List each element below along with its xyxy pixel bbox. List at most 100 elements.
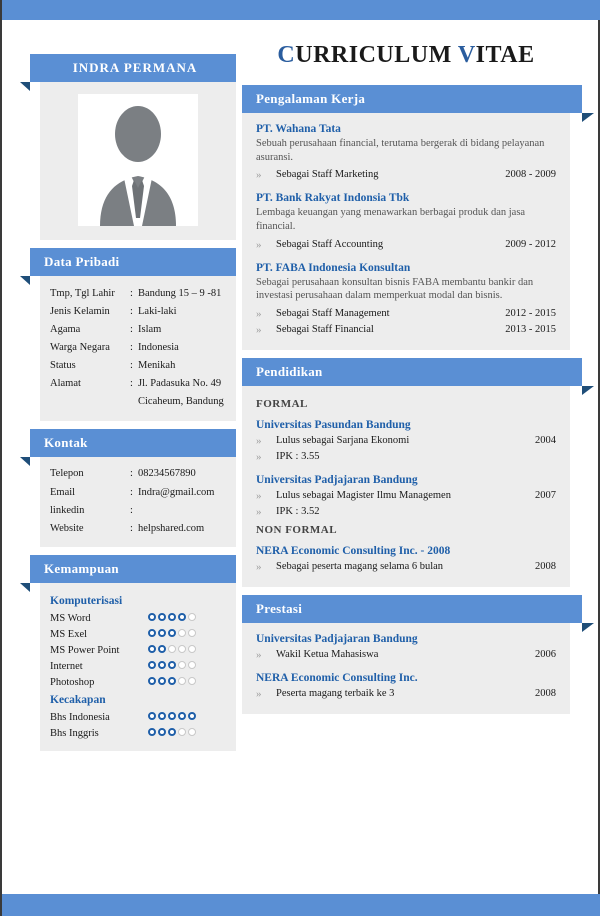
contact-table: Telepon:08234567890 Email: Indra@gmail.com… — [50, 465, 226, 538]
detail-separator: : — [130, 468, 133, 480]
skill-row: Bhs Indonesia — [50, 709, 226, 725]
entry-item-table: » Wakil Ketua Mahasiswa 2006 — [256, 647, 556, 663]
page-body: INDRA PERMANA Data Pribadi Tmp, Tgl Lahi… — [2, 20, 600, 894]
skill-table: MS Word MS Exel MS Power Point Internet Phot… — [50, 610, 226, 690]
rating-dot-filled — [148, 628, 156, 637]
detail-separator — [130, 393, 138, 411]
detail-row: Tmp, Tgl Lahir: Bandung 15 – 9 -81 — [50, 284, 226, 302]
entry-item-table: » Lulus sebagai Magister Ilmu Managemen 20… — [256, 488, 556, 520]
skill-name: Internet — [50, 660, 83, 672]
rating-dot-empty — [178, 660, 186, 669]
entry-organization: NERA Economic Consulting Inc. - 2008 — [256, 544, 451, 557]
ribbon-fold — [20, 583, 30, 593]
education-heading-label: Pendidikan — [256, 363, 323, 379]
skill-rating — [148, 642, 226, 658]
entry-item-year: 2004 — [535, 434, 556, 446]
skill-row: Internet — [50, 658, 226, 674]
skill-group-label: Komputerisasi — [50, 595, 123, 608]
skill-rating — [148, 709, 226, 725]
ribbon-fold — [20, 276, 30, 285]
entry-description: Sebagai perusahaan konsultan bisnis FABA… — [256, 276, 534, 302]
title-v: V — [457, 42, 476, 68]
entry-item-row: » Lulus sebagai Sarjana Ekonomi 2004 — [256, 433, 556, 449]
title-urriculum: URRICULUM — [295, 42, 458, 68]
entry-organization: Universitas Padjajaran Bandung — [256, 473, 418, 486]
skills-panel: Komputerisasi MS Word MS Exel MS Power Poin… — [40, 583, 236, 752]
rating-dot-filled — [158, 676, 166, 685]
personal-data-heading-label: Data Pribadi — [44, 254, 120, 269]
detail-key: Agama — [50, 323, 81, 335]
rating-dot-filled — [168, 612, 176, 621]
rating-dot-filled — [168, 676, 176, 685]
rating-dot-filled — [158, 711, 166, 720]
rating-dot-filled — [188, 711, 196, 720]
entry-item-row: » Sebagai Staff Marketing 2008 - 2009 — [256, 167, 556, 183]
entry-item-text: Sebagai Staff Marketing — [276, 169, 379, 181]
rating-dot-filled — [148, 727, 156, 736]
entry-item-year: 2007 — [535, 489, 556, 501]
entry-item-text: Peserta magang terbaik ke 3 — [276, 687, 395, 699]
detail-row: Alamat: Jl. Padasuka No. 49 — [50, 375, 226, 393]
bottom-accent-bar — [2, 894, 600, 916]
chevron-bullet-icon: » — [256, 238, 262, 251]
detail-key: Status — [50, 360, 76, 371]
skills-heading: Kemampuan — [20, 555, 236, 593]
rating-dot-filled — [158, 660, 166, 669]
skill-table: Bhs Indonesia Bhs Inggris — [50, 709, 226, 741]
rating-dot-filled — [158, 727, 166, 736]
entry-item-text: Sebagai peserta magang selama 6 bulan — [276, 560, 444, 572]
achievements-heading-label: Prestasi — [256, 600, 303, 616]
rating-dot-empty — [188, 660, 196, 669]
entry-item-row: » Peserta magang terbaik ke 3 2008 — [256, 686, 556, 702]
rating-dot-filled — [178, 711, 186, 720]
entry-item-table: » Peserta magang terbaik ke 3 2008 — [256, 686, 556, 702]
chevron-bullet-icon: » — [256, 489, 262, 502]
detail-value: Cicaheum, Bandung — [138, 396, 224, 408]
entry-item-year: 2013 - 2015 — [505, 323, 556, 335]
entry-item-row: » Sebagai peserta magang selama 6 bulan 20… — [256, 559, 556, 575]
skill-row: Bhs Inggris — [50, 725, 226, 741]
chevron-bullet-icon: » — [256, 505, 262, 518]
detail-value — [138, 501, 226, 519]
rating-dot-empty — [188, 644, 196, 653]
detail-row: Cicaheum, Bandung — [50, 393, 226, 411]
entry-item-text: Sebagai Staff Financial — [276, 323, 374, 335]
skill-row: MS Word — [50, 610, 226, 626]
title-itae: ITAE — [475, 42, 535, 68]
education-formal-label: FORMAL — [256, 397, 308, 410]
rating-dot-filled — [148, 660, 156, 669]
entry-description: Sebuah perusahaan financial, terutama be… — [256, 138, 545, 163]
entry-organization: PT. Wahana Tata — [256, 123, 341, 135]
achievements-panel: Universitas Padjajaran Bandung » Wakil Ket… — [242, 622, 570, 714]
section-achievements: Prestasi Universitas Padjajaran Bandung »… — [242, 594, 594, 714]
skill-name: Photoshop — [50, 676, 95, 688]
entry-item-row: » Lulus sebagai Magister Ilmu Managemen 20… — [256, 488, 556, 504]
detail-value: Laki-laki — [138, 305, 177, 317]
personal-data-table: Tmp, Tgl Lahir: Bandung 15 – 9 -81 Jenis K… — [50, 284, 226, 411]
personal-data-panel: Tmp, Tgl Lahir: Bandung 15 – 9 -81 Jenis K… — [40, 276, 236, 421]
rating-dot-empty — [178, 644, 186, 653]
rating-dot-empty — [178, 727, 186, 736]
entry-item-row: » Sebagai Staff Financial 2013 - 2015 — [256, 322, 556, 338]
section-contact: Kontak Telepon:08234567890 Email: Indra@gm… — [20, 428, 236, 548]
entry-item-table: » Sebagai Staff Management 2012 - 2015 » Seb… — [256, 306, 556, 338]
detail-separator: : — [130, 323, 133, 335]
detail-key: Website — [50, 522, 84, 534]
ribbon-fold — [582, 113, 594, 122]
detail-row: Jenis Kelamin: Laki-laki — [50, 302, 226, 320]
rating-dot-filled — [148, 711, 156, 720]
name-ribbon: INDRA PERMANA — [20, 54, 236, 91]
page-title: CURRICULUM VITAE — [242, 42, 570, 69]
chevron-bullet-icon: » — [256, 687, 262, 700]
detail-value: Indonesia — [138, 341, 179, 353]
rating-dot-filled — [158, 612, 166, 621]
sidebar: INDRA PERMANA Data Pribadi Tmp, Tgl Lahi… — [20, 54, 236, 752]
skill-name: Bhs Inggris — [50, 727, 99, 739]
rating-dot-filled — [158, 644, 166, 653]
entry-item-row: » IPK : 3.52 — [256, 504, 556, 520]
education-nonformal-label: NON FORMAL — [256, 523, 338, 536]
detail-separator: : — [130, 378, 133, 390]
entry-item-year: 2008 — [535, 687, 556, 699]
rating-dot-filled — [168, 628, 176, 637]
